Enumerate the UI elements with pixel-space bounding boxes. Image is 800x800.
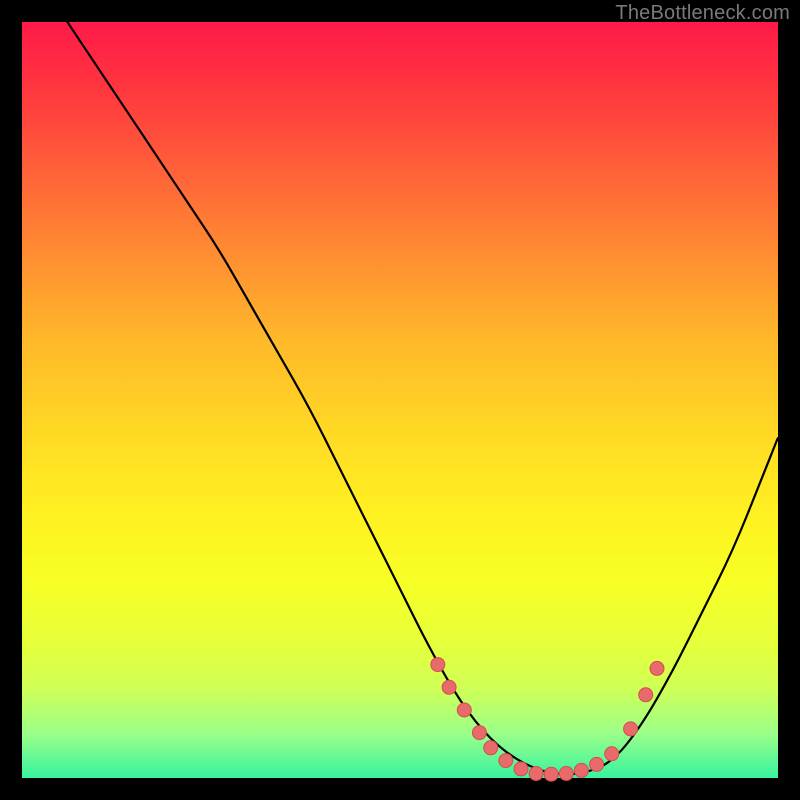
curve-marker — [590, 757, 604, 771]
chart-svg — [22, 22, 778, 778]
bottleneck-curve — [67, 22, 778, 774]
curve-marker — [574, 763, 588, 777]
curve-marker — [431, 658, 445, 672]
curve-marker — [544, 767, 558, 781]
curve-marker — [514, 762, 528, 776]
curve-marker-group — [431, 658, 664, 782]
curve-marker — [499, 754, 513, 768]
curve-marker — [605, 747, 619, 761]
curve-marker — [624, 722, 638, 736]
curve-marker — [484, 741, 498, 755]
curve-marker — [650, 661, 664, 675]
curve-marker — [559, 767, 573, 781]
curve-marker — [457, 703, 471, 717]
curve-marker — [472, 726, 486, 740]
curve-marker — [639, 688, 653, 702]
curve-marker — [529, 767, 543, 781]
curve-marker — [442, 680, 456, 694]
chart-plot-area — [22, 22, 778, 778]
